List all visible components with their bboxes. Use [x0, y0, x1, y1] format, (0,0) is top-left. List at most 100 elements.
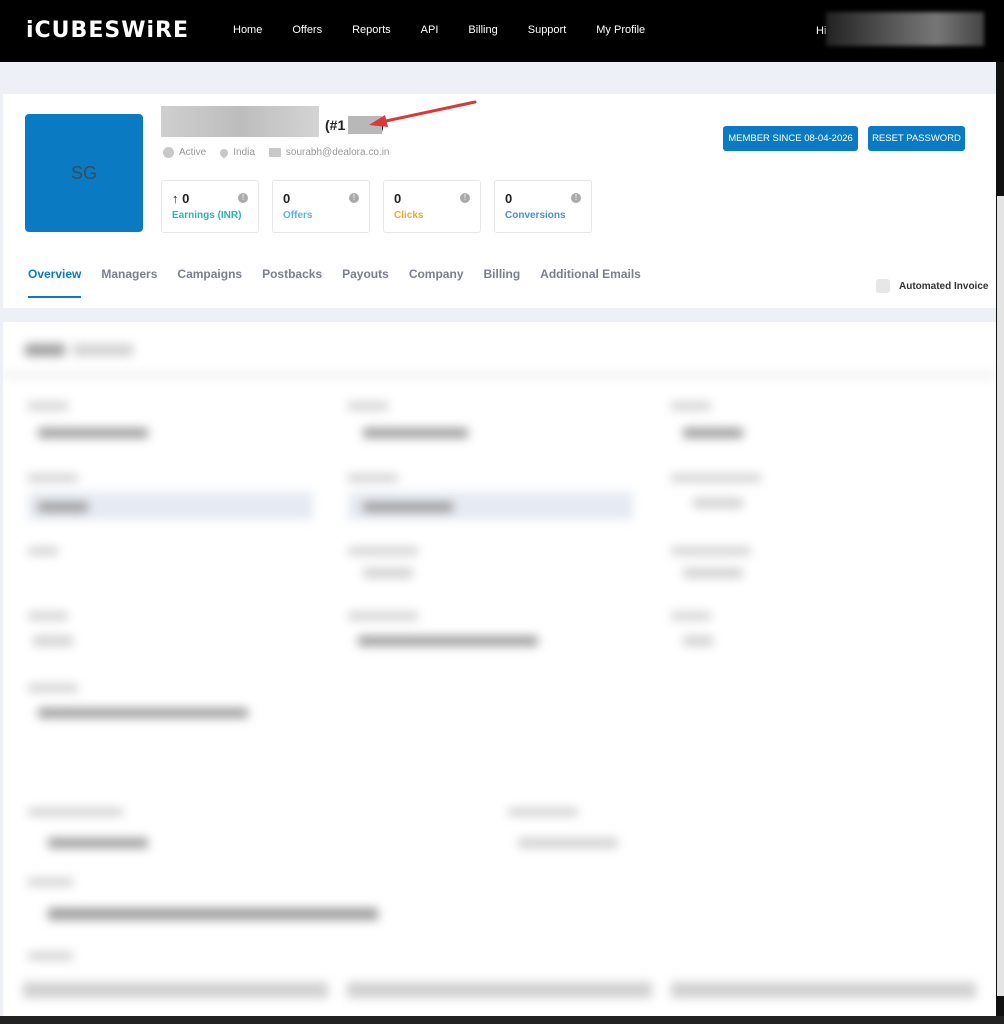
blurred-block [28, 474, 78, 482]
stat-clicks-value: 0 [394, 191, 402, 206]
blurred-block [693, 498, 743, 508]
nav-my-profile[interactable]: My Profile [596, 24, 645, 36]
brand-logo[interactable]: iCUBESWiRE [26, 18, 189, 43]
blurred-card [671, 982, 976, 998]
nav-support[interactable]: Support [528, 24, 567, 36]
reset-password-button[interactable]: RESET PASSWORD [868, 126, 965, 151]
tab-campaigns[interactable]: Campaigns [177, 267, 242, 298]
stats-row: ↑ 0 Earnings (INR) ! 0 Offers ! 0 Clicks… [161, 180, 605, 233]
nav-api[interactable]: API [421, 24, 439, 36]
avatar: SG [25, 114, 143, 232]
status-meta: Active [163, 147, 206, 158]
blurred-block [518, 838, 618, 848]
member-since-button[interactable]: MEMBER SINCE 08-04-2026 [723, 126, 858, 151]
annotation-arrow-icon [369, 100, 477, 127]
nav-offers[interactable]: Offers [292, 24, 322, 36]
blurred-form [3, 322, 996, 1016]
tab-billing[interactable]: Billing [484, 267, 521, 298]
blurred-block [348, 402, 388, 410]
blurred-block [28, 952, 73, 960]
blurred-block [33, 636, 73, 646]
profile-name-redacted [161, 106, 319, 137]
blurred-block [38, 428, 148, 438]
stat-offers: 0 Offers ! [272, 180, 370, 233]
stat-conversions: 0 Conversions ! [494, 180, 592, 233]
blurred-block [28, 547, 58, 555]
scrollbar-thumb[interactable] [997, 196, 1004, 996]
stat-offers-label: Offers [283, 210, 313, 221]
overview-content-redacted [3, 322, 996, 1016]
location-pin-icon [218, 146, 230, 159]
blurred-block [363, 568, 413, 578]
up-arrow-icon: ↑ [172, 191, 179, 206]
blurred-block [683, 636, 713, 646]
profile-card: SG (#1) Active India sourabh@dealora.co.… [3, 94, 996, 308]
user-icon [163, 147, 174, 158]
blurred-block [28, 808, 123, 816]
stat-earnings: ↑ 0 Earnings (INR) ! [161, 180, 259, 233]
stat-earnings-label: Earnings (INR) [172, 210, 242, 221]
blurred-block [28, 402, 68, 410]
blurred-block [363, 428, 468, 438]
blurred-block [683, 568, 743, 578]
blurred-block [48, 838, 148, 848]
blurred-block [358, 636, 538, 646]
blurred-block [348, 612, 418, 620]
blurred-block [25, 344, 65, 356]
automated-invoice-label: Automated Invoice [899, 280, 989, 292]
tab-overview[interactable]: Overview [28, 267, 82, 298]
blurred-block [28, 612, 68, 620]
info-icon[interactable]: ! [460, 193, 470, 203]
nav-billing[interactable]: Billing [468, 24, 497, 36]
blurred-block [671, 402, 711, 410]
nav-home[interactable]: Home [233, 24, 262, 36]
info-icon[interactable]: ! [571, 193, 581, 203]
stat-conversions-label: Conversions [505, 210, 566, 221]
tab-additional-emails[interactable]: Additional Emails [540, 267, 641, 298]
automated-invoice-checkbox[interactable] [876, 279, 890, 293]
profile-tabs: Overview Managers Campaigns Postbacks Pa… [28, 267, 661, 298]
top-navbar: iCUBESWiRE Home Offers Reports API Billi… [0, 0, 1004, 62]
status-text: Active [179, 147, 207, 158]
blurred-block [671, 612, 711, 620]
blurred-block [28, 684, 78, 692]
user-greeting: Hi [816, 25, 827, 37]
blurred-card [23, 982, 328, 998]
tab-payouts[interactable]: Payouts [342, 267, 389, 298]
tab-company[interactable]: Company [409, 267, 464, 298]
tab-postbacks[interactable]: Postbacks [262, 267, 322, 298]
blurred-divider [3, 374, 996, 376]
blurred-block [38, 502, 88, 512]
email-text: sourabh@dealora.co.in [285, 147, 390, 158]
country-text: India [233, 147, 255, 158]
stat-clicks-label: Clicks [394, 210, 424, 221]
blurred-block [28, 878, 73, 886]
info-icon[interactable]: ! [238, 193, 248, 203]
account-id-prefix: (#1 [325, 117, 346, 133]
main-nav: Home Offers Reports API Billing Support … [218, 24, 660, 36]
earnings-number: 0 [182, 191, 190, 206]
blurred-block [508, 808, 578, 816]
info-icon[interactable]: ! [349, 193, 359, 203]
blurred-block [671, 547, 751, 555]
blurred-block [73, 344, 133, 356]
blurred-block [363, 502, 453, 512]
mail-icon [268, 148, 281, 157]
user-name-redacted[interactable] [826, 12, 984, 46]
blurred-block [348, 547, 418, 555]
country-meta: India [218, 146, 255, 159]
blurred-block [348, 474, 398, 482]
blurred-block [683, 428, 743, 438]
blurred-card [347, 982, 652, 998]
automated-invoice-toggle[interactable]: Automated Invoice [876, 279, 988, 293]
email-meta: sourabh@dealora.co.in [268, 147, 390, 158]
nav-reports[interactable]: Reports [352, 24, 391, 36]
blurred-block [671, 474, 761, 482]
blurred-block [48, 908, 378, 920]
stat-clicks: 0 Clicks ! [383, 180, 481, 233]
blurred-block [38, 708, 248, 718]
stat-offers-value: 0 [283, 191, 291, 206]
stat-conversions-value: 0 [505, 191, 513, 206]
stat-earnings-value: ↑ 0 [172, 191, 189, 206]
tab-managers[interactable]: Managers [101, 267, 157, 298]
